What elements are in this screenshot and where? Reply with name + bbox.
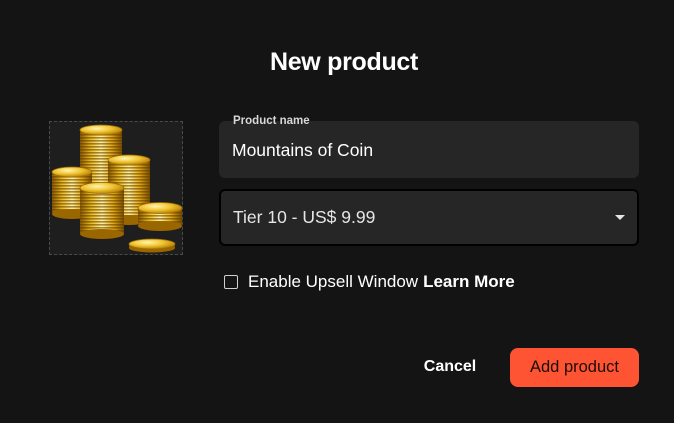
product-image-upload[interactable] bbox=[49, 121, 183, 255]
new-product-dialog: New product Product name Mountains of Co… bbox=[0, 0, 674, 423]
learn-more-link[interactable]: Learn More bbox=[423, 272, 515, 292]
upsell-label: Enable Upsell Window bbox=[248, 272, 419, 291]
gold-coins-stack-icon bbox=[51, 124, 182, 253]
add-product-button[interactable]: Add product bbox=[510, 348, 639, 387]
product-name-input[interactable] bbox=[232, 138, 622, 162]
product-name-label: Product name bbox=[233, 115, 310, 127]
upsell-option: Enable Upsell Window Learn More bbox=[224, 272, 515, 292]
tier-select-value: Tier 10 - US$ 9.99 bbox=[233, 207, 376, 227]
product-name-field[interactable]: Product name bbox=[219, 115, 639, 178]
upsell-checkbox[interactable] bbox=[224, 275, 238, 289]
cancel-button[interactable]: Cancel bbox=[410, 348, 490, 386]
dialog-title: New product bbox=[269, 48, 419, 76]
tier-select[interactable]: Tier 10 - US$ 9.99 bbox=[219, 189, 639, 246]
caret-down-icon bbox=[615, 215, 625, 220]
